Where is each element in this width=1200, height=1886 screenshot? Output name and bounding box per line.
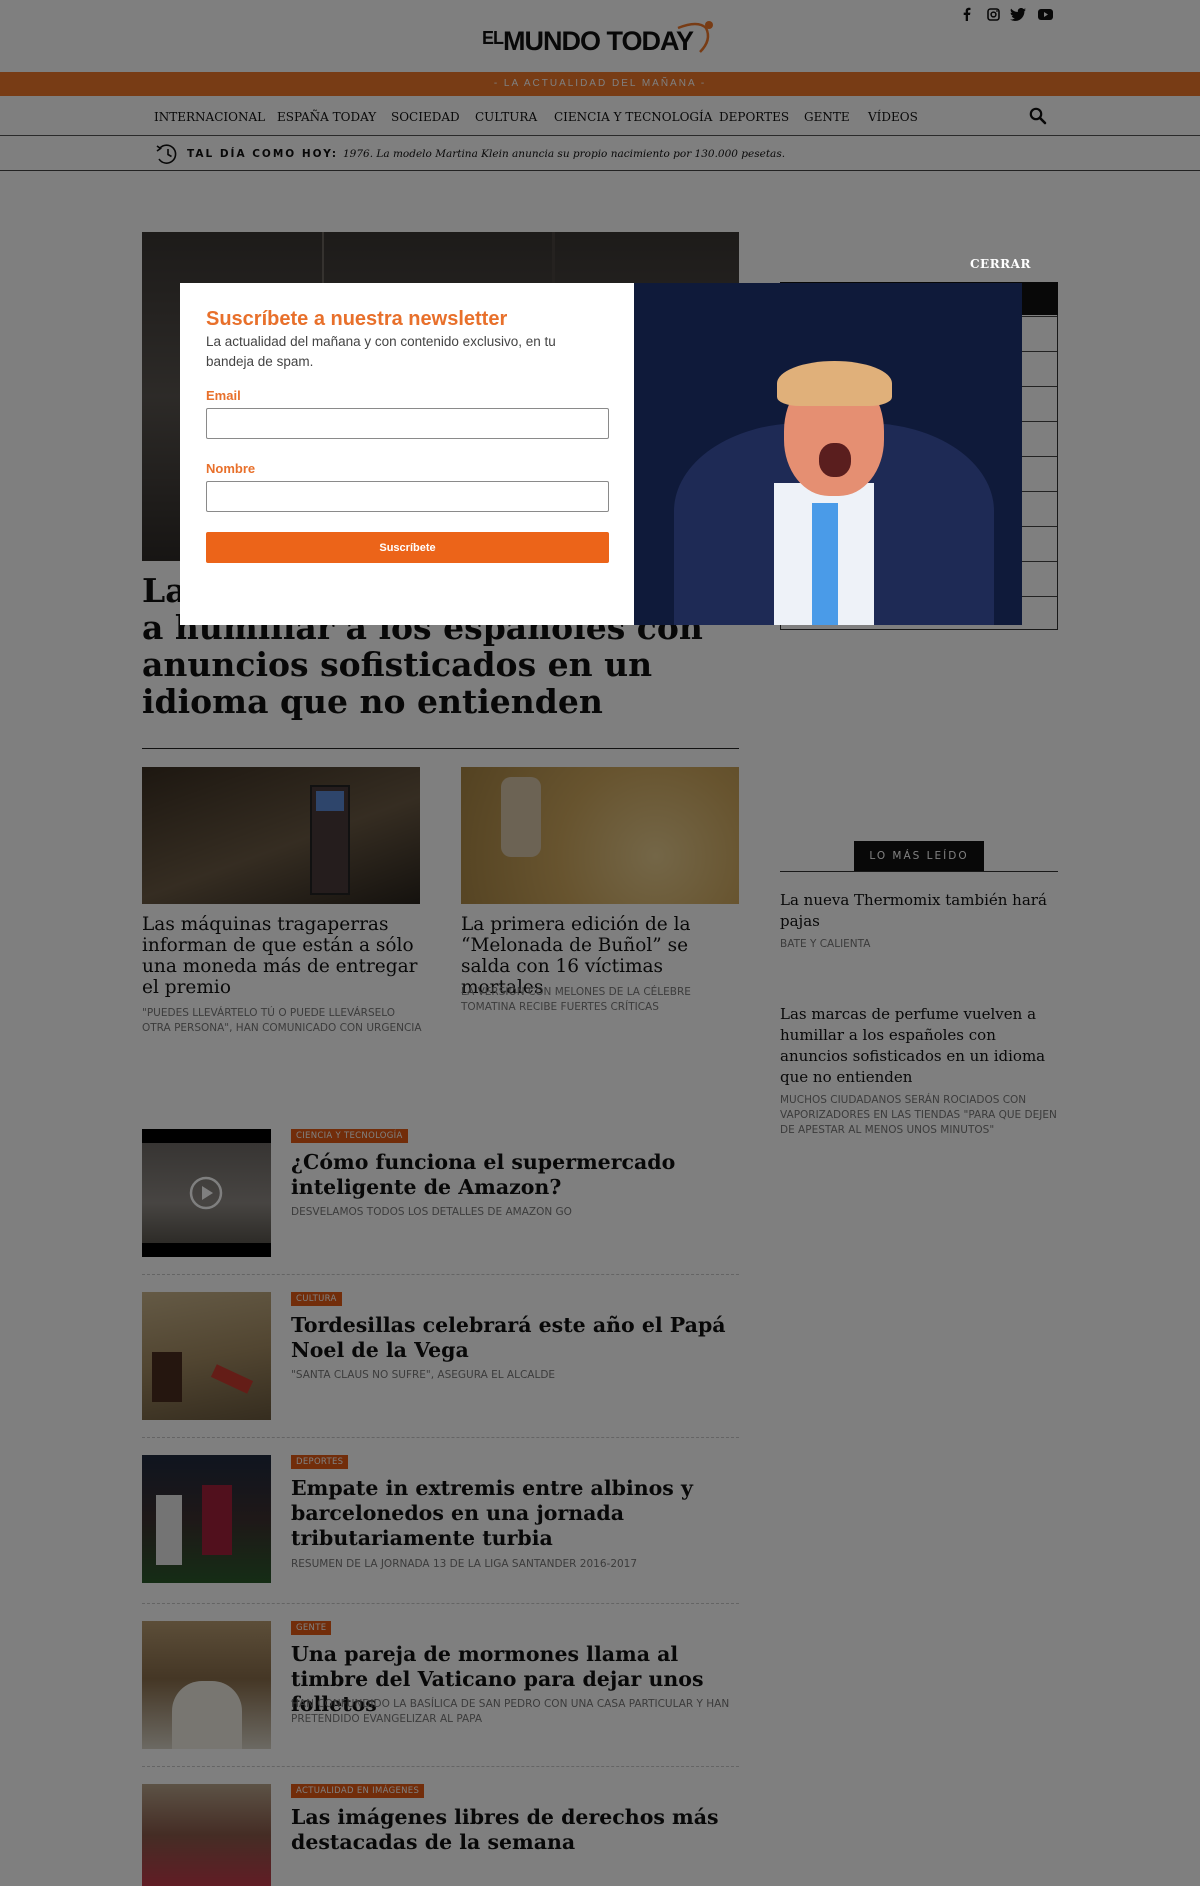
modal-photo	[634, 283, 1022, 625]
modal-description: La actualidad del mañana y con contenido…	[206, 334, 556, 369]
newsletter-form: Suscríbete a nuestra newsletter La actua…	[180, 283, 634, 625]
email-field[interactable]	[206, 408, 609, 439]
close-button[interactable]: CERRAR	[970, 257, 1031, 271]
name-label: Nombre	[206, 461, 256, 476]
newsletter-modal: Suscríbete a nuestra newsletter La actua…	[180, 283, 1022, 625]
email-label: Email	[206, 388, 241, 403]
subscribe-button[interactable]: Suscríbete	[206, 532, 609, 563]
name-field[interactable]	[206, 481, 609, 512]
modal-title: Suscríbete a nuestra newsletter	[206, 308, 508, 330]
